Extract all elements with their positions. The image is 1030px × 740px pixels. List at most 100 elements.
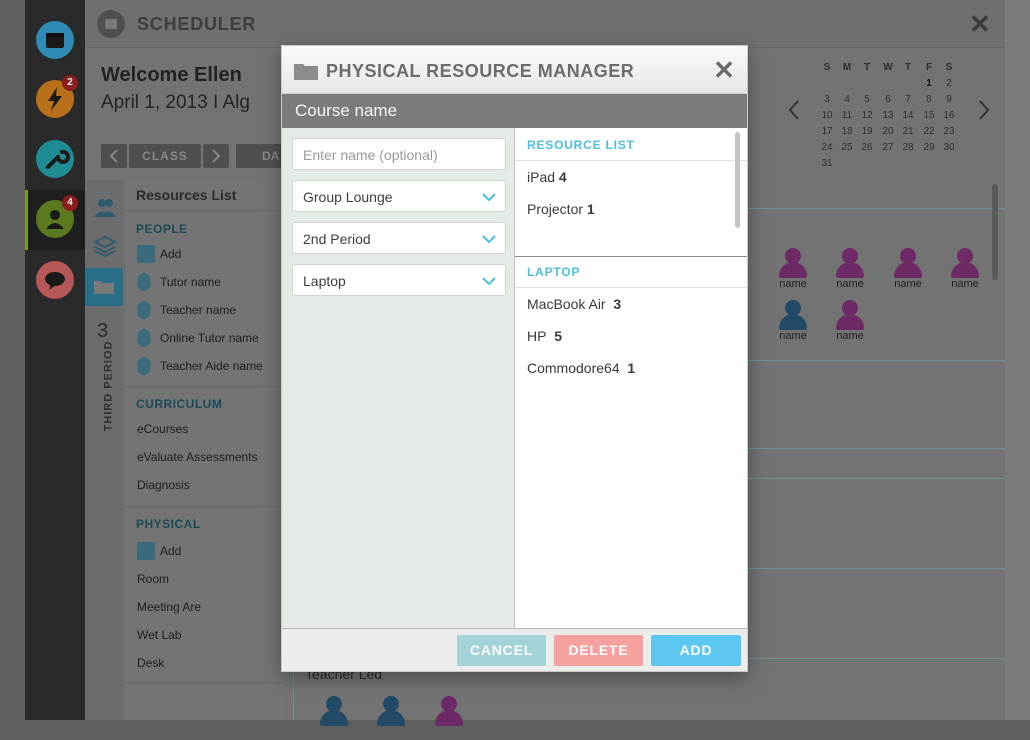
calendar-day[interactable]: 21: [898, 126, 918, 137]
person-avatar[interactable]: [374, 696, 408, 740]
person-avatar[interactable]: name: [776, 300, 810, 344]
calendar-day[interactable]: 16: [939, 110, 959, 121]
chevron-down-icon: [482, 193, 496, 202]
location-dropdown[interactable]: Group Lounge: [292, 180, 506, 212]
calendar-next-icon[interactable]: [976, 98, 992, 122]
person-avatar[interactable]: name: [948, 248, 982, 292]
calendar-day[interactable]: 15: [919, 110, 939, 121]
calendar-weekday: W: [883, 62, 893, 73]
physical-add[interactable]: Add: [160, 544, 181, 558]
online-tutor-name[interactable]: Online Tutor name: [160, 331, 259, 345]
chevron-down-icon: [482, 277, 496, 286]
name-input[interactable]: Enter name (optional): [292, 138, 506, 170]
curriculum-item[interactable]: eCourses: [137, 422, 188, 436]
calendar-day[interactable]: 3: [817, 94, 837, 105]
resource-list-item[interactable]: Projector 1: [527, 201, 595, 217]
curriculum-tab-icon[interactable]: [92, 234, 118, 258]
resource-name: Projector: [527, 201, 584, 217]
scheduler-logo-icon: [97, 10, 125, 38]
welcome-heading: Welcome Ellen: [101, 64, 242, 86]
resource-list-header: RESOURCE LIST: [527, 138, 635, 152]
notification-badge: 2: [62, 75, 78, 91]
add-icon[interactable]: [137, 245, 155, 263]
teacher-aide-name[interactable]: Teacher Aide name: [160, 359, 263, 373]
name-input-placeholder: Enter name (optional): [303, 147, 438, 163]
resource-list-item[interactable]: iPad 4: [527, 169, 567, 185]
calendar-day[interactable]: 26: [857, 142, 877, 153]
calendar-day[interactable]: 2: [939, 78, 959, 89]
laptop-name: MacBook Air: [527, 296, 606, 312]
calendar-day[interactable]: 17: [817, 126, 837, 137]
teacher-name[interactable]: Teacher name: [160, 303, 236, 317]
calendar-day[interactable]: 28: [898, 142, 918, 153]
calendar-day[interactable]: 14: [898, 110, 918, 121]
calendar-day[interactable]: 6: [878, 94, 898, 105]
laptop-item[interactable]: Commodore64 1: [527, 360, 635, 376]
calendar-day[interactable]: 13: [878, 110, 898, 121]
add-button[interactable]: ADD: [651, 635, 741, 666]
laptop-count: 5: [554, 328, 563, 344]
person-avatar[interactable]: name: [776, 248, 810, 292]
person-avatar[interactable]: [317, 696, 351, 740]
laptop-item[interactable]: MacBook Air 3: [527, 296, 621, 312]
calendar-day[interactable]: 19: [857, 126, 877, 137]
close-icon[interactable]: ✕: [712, 57, 736, 83]
tutor-name[interactable]: Tutor name: [160, 275, 221, 289]
calendar-day[interactable]: 10: [817, 110, 837, 121]
calendar-day[interactable]: 22: [919, 126, 939, 137]
calendar-day[interactable]: 11: [837, 110, 857, 121]
curriculum-item[interactable]: Diagnosis: [137, 478, 190, 492]
chevron-down-icon: [482, 235, 496, 244]
calendar-day[interactable]: 9: [939, 94, 959, 105]
delete-button[interactable]: DELETE: [554, 635, 643, 666]
period-dropdown[interactable]: 2nd Period: [292, 222, 506, 254]
calendar-day[interactable]: 5: [857, 94, 877, 105]
people-tab-icon[interactable]: [93, 196, 117, 220]
calendar-weekday: F: [925, 62, 933, 73]
resource-name: iPad: [527, 169, 556, 185]
calendar-day[interactable]: 8: [919, 94, 939, 105]
physical-item[interactable]: Meeting Are: [137, 600, 201, 614]
physical-item[interactable]: Desk: [137, 656, 164, 670]
chat-icon[interactable]: [36, 261, 74, 299]
calendar-day[interactable]: 31: [817, 158, 837, 169]
calendar-day[interactable]: 24: [817, 142, 837, 153]
resource-type-dropdown[interactable]: Laptop: [292, 264, 506, 296]
calendar-day[interactable]: 29: [919, 142, 939, 153]
calendar-day[interactable]: 27: [878, 142, 898, 153]
calendar-day[interactable]: 23: [939, 126, 959, 137]
close-icon[interactable]: ✕: [969, 9, 991, 40]
course-name-bar: Course name: [282, 94, 747, 128]
divider: [124, 210, 284, 211]
calendar-prev-icon[interactable]: [786, 98, 802, 122]
physical-item[interactable]: Room: [137, 572, 169, 586]
people-add[interactable]: Add: [160, 247, 181, 261]
physical-item[interactable]: Wet Lab: [137, 628, 181, 642]
calendar-day[interactable]: 1: [919, 78, 939, 89]
class-next-button[interactable]: [203, 144, 229, 168]
class-prev-button[interactable]: [101, 144, 127, 168]
person-avatar[interactable]: name: [833, 248, 867, 292]
calendar-day[interactable]: 12: [857, 110, 877, 121]
physical-tab[interactable]: [85, 268, 123, 306]
calendar-day[interactable]: 4: [837, 94, 857, 105]
class-button[interactable]: CLASS: [129, 144, 201, 168]
cancel-button[interactable]: CANCEL: [457, 635, 546, 666]
calendar-day[interactable]: 20: [878, 126, 898, 137]
calendar-day[interactable]: 30: [939, 142, 959, 153]
dialog-title-bar: PHYSICAL RESOURCE MANAGER ✕: [282, 46, 747, 94]
curriculum-item[interactable]: eValuate Assessments: [137, 450, 258, 464]
calendar-day[interactable]: 7: [898, 94, 918, 105]
resource-list-scrollbar[interactable]: [735, 132, 740, 228]
person-avatar[interactable]: name: [891, 248, 925, 292]
add-icon[interactable]: [137, 542, 155, 560]
person-avatar[interactable]: [432, 696, 466, 740]
calendar-day[interactable]: 25: [837, 142, 857, 153]
laptop-item[interactable]: HP 5: [527, 328, 562, 344]
calendar-day[interactable]: 18: [837, 126, 857, 137]
person-avatar[interactable]: name: [833, 300, 867, 344]
wrench-icon[interactable]: [36, 140, 74, 178]
dropdown-value: Laptop: [303, 273, 346, 289]
grid-scrollbar[interactable]: [992, 184, 998, 280]
calendar-icon[interactable]: [36, 21, 74, 59]
